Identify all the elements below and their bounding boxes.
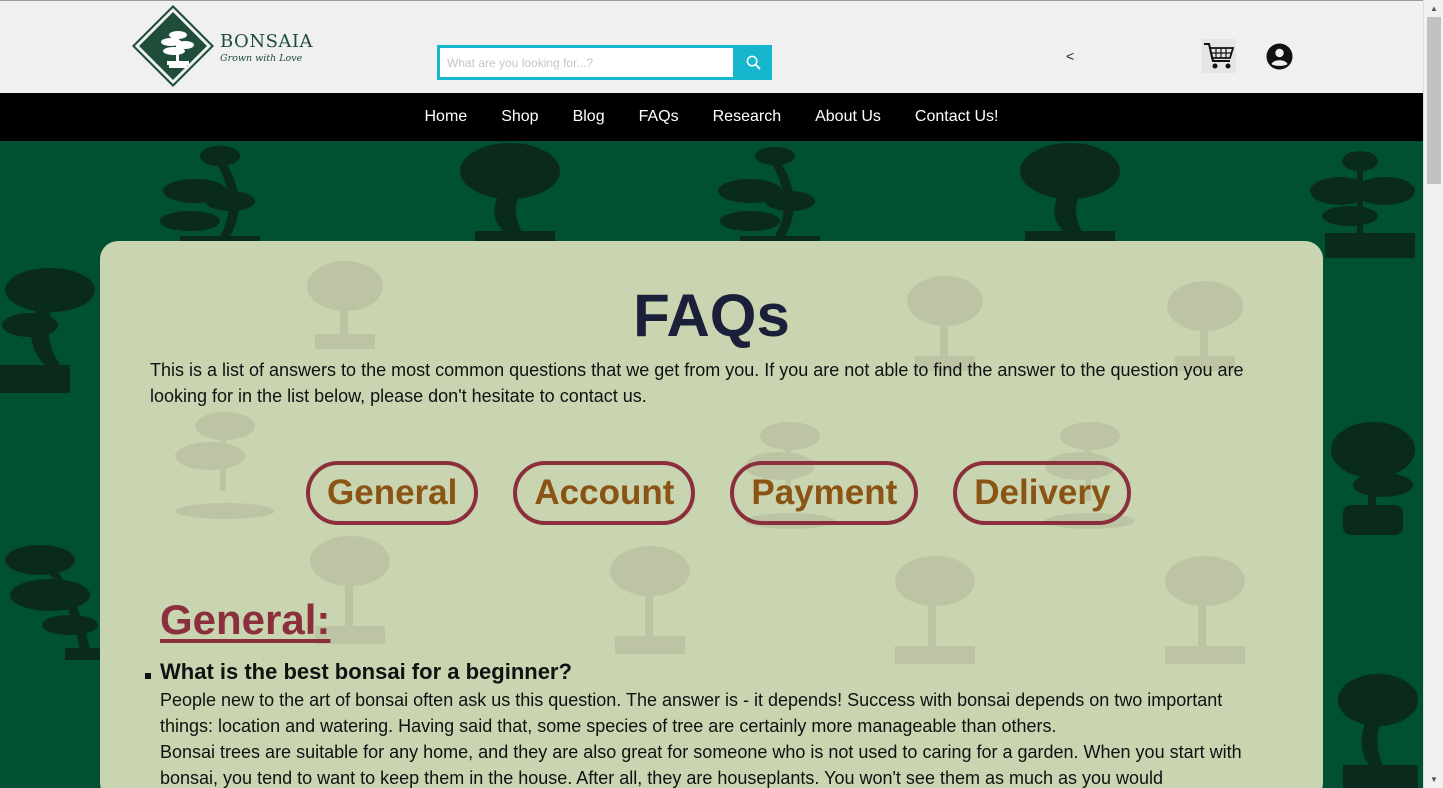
scroll-down-arrow-icon[interactable]: ▼ <box>1424 771 1443 788</box>
faq-answer: People new to the art of bonsai often as… <box>160 687 1275 788</box>
bg-bonsai-icon <box>5 545 100 660</box>
list-bullet <box>145 673 151 679</box>
site-header: BONSAIA Grown with Love < <box>0 0 1423 93</box>
bg-bonsai-icon <box>1331 422 1415 535</box>
nav-faqs[interactable]: FAQs <box>622 93 696 141</box>
brand-name: BONSAIA <box>220 31 314 52</box>
nav-blog[interactable]: Blog <box>556 93 622 141</box>
search-input[interactable] <box>440 48 733 77</box>
faq-question: What is the best bonsai for a beginner? <box>160 659 572 684</box>
brand-tagline: Grown with Love <box>220 53 303 64</box>
category-account-button[interactable]: Account <box>513 461 696 525</box>
card-bg-bonsai-icon <box>1165 556 1245 664</box>
page-title: FAQs <box>633 282 790 349</box>
cart-button[interactable] <box>1202 39 1236 73</box>
category-general-button[interactable]: General <box>306 461 479 525</box>
cart-icon <box>1204 43 1235 69</box>
bg-bonsai-icon <box>1310 151 1415 258</box>
faq-answer-paragraph: Bonsai trees are suitable for any home, … <box>160 742 1242 788</box>
nav-home[interactable]: Home <box>408 93 485 141</box>
category-payment-button[interactable]: Payment <box>730 461 919 525</box>
account-icon <box>1266 43 1293 70</box>
scroll-up-arrow-icon[interactable]: ▲ <box>1424 0 1443 17</box>
faq-intro-text: This is a list of answers to the most co… <box>150 360 1244 406</box>
search-bar <box>437 45 772 80</box>
card-bg-bonsai-icon <box>610 546 690 654</box>
card-bg-bonsai-icon <box>895 556 975 664</box>
account-button[interactable] <box>1266 43 1293 70</box>
page-scrollbar[interactable]: ▲ ▼ <box>1423 0 1443 788</box>
faq-answer-paragraph: People new to the art of bonsai often as… <box>160 690 1223 736</box>
nav-research[interactable]: Research <box>696 93 798 141</box>
bg-bonsai-icon <box>0 268 95 393</box>
nav-contact-us[interactable]: Contact Us! <box>898 93 1016 141</box>
nav-about-us[interactable]: About Us <box>798 93 898 141</box>
card-bg-bonsai-icon <box>175 412 275 519</box>
bg-bonsai-icon <box>1338 674 1418 788</box>
back-arrow[interactable]: < <box>1066 48 1074 64</box>
bonsai-logo-icon <box>161 31 194 68</box>
faq-category-buttons: General Account Payment Delivery <box>306 461 1132 525</box>
brand-logo[interactable]: BONSAIA Grown with Love <box>131 4 314 91</box>
scrollbar-thumb[interactable] <box>1427 17 1441 184</box>
faq-card: FAQs This is a list of answers to the mo… <box>100 241 1323 788</box>
search-icon <box>746 55 760 70</box>
nav-shop[interactable]: Shop <box>484 93 555 141</box>
section-heading-general: General: <box>160 596 331 643</box>
main-nav: Home Shop Blog FAQs Research About Us Co… <box>0 93 1423 141</box>
category-delivery-button[interactable]: Delivery <box>953 461 1132 525</box>
search-button[interactable] <box>734 45 772 80</box>
